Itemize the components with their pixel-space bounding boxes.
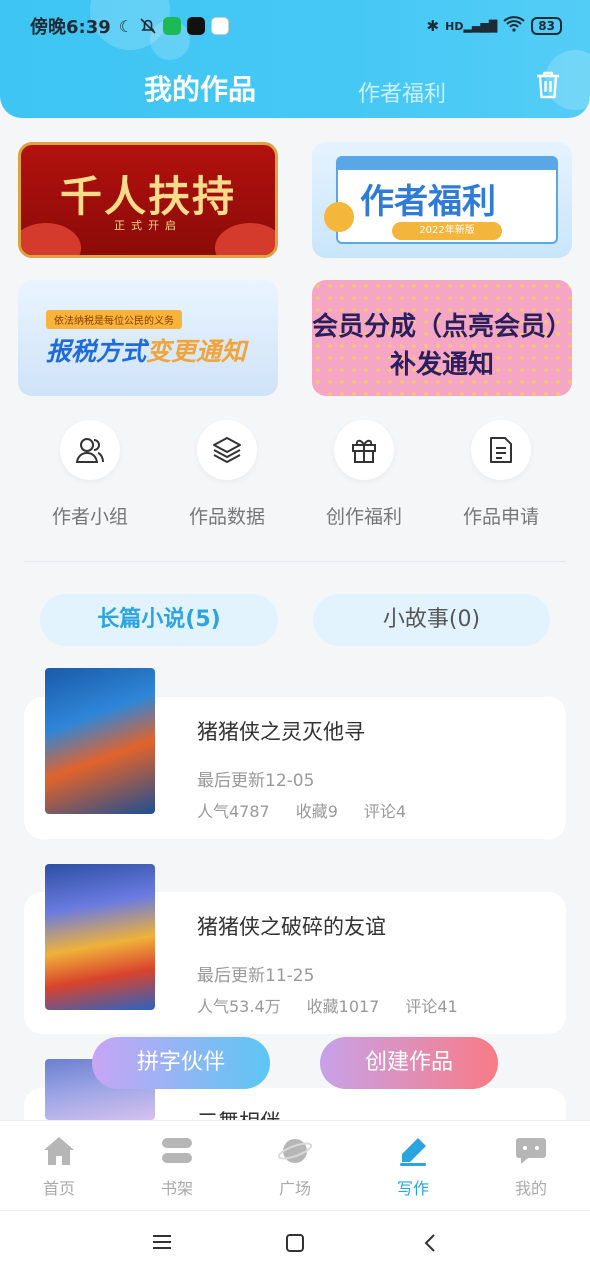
banner-tag: 依法纳税是每位公民的义务 <box>46 310 182 329</box>
book-popularity: 人气53.4万 <box>197 997 281 1016</box>
book-popularity: 人气4787 <box>197 802 270 821</box>
writing-partner-button[interactable]: 拼字伙伴 <box>92 1037 270 1089</box>
book-favorites: 收藏1017 <box>306 997 380 1016</box>
planet-icon <box>245 1133 345 1169</box>
document-icon <box>471 420 531 480</box>
pen-icon <box>363 1133 463 1169</box>
nav-label: 广场 <box>278 1179 311 1198</box>
layers-icon <box>197 420 257 480</box>
bottom-nav: 首页 书架 广场 写作 我的 <box>0 1120 590 1210</box>
home-icon <box>9 1133 109 1169</box>
banner-title-a: 报税方式 <box>46 337 147 366</box>
banner-member-share[interactable]: 会员分成（点亮会员）补发通知 <box>312 280 572 396</box>
bookshelf-icon <box>127 1133 227 1169</box>
play-app-icon <box>211 17 230 35</box>
book-stats: 人气4787 收藏9 评论4 <box>197 798 406 822</box>
banner-thousand-support[interactable]: 千人扶持 正式开启 <box>18 142 278 258</box>
trash-icon[interactable] <box>534 70 562 100</box>
nav-bookshelf[interactable]: 书架 <box>127 1133 227 1199</box>
nav-writing[interactable]: 写作 <box>363 1133 463 1199</box>
segment-long-novel[interactable]: 长篇小说(5) <box>40 594 278 646</box>
quick-label: 作品数据 <box>188 506 265 528</box>
moon-icon: ☾ <box>118 16 134 36</box>
nav-label: 我的 <box>514 1179 547 1198</box>
wifi-icon <box>503 16 525 36</box>
banner-subtitle: 正式开启 <box>114 219 182 232</box>
quick-work-data[interactable]: 作品数据 <box>167 420 287 529</box>
quick-creation-benefits[interactable]: 创作福利 <box>304 420 424 529</box>
battery-indicator: 83 <box>531 17 562 35</box>
banner-title: 报税方式变更通知 <box>46 332 246 368</box>
status-bar: 傍晚6:39 ☾ ✱ HD▂▄▆█ 83 <box>30 12 562 40</box>
phone-app-icon <box>163 17 182 35</box>
nav-label: 首页 <box>42 1179 75 1198</box>
book-updated: 最后更新11-25 <box>197 966 315 986</box>
banner-subtitle: 2022年新版 <box>392 222 502 240</box>
clock-icon <box>324 202 354 232</box>
capcut-app-icon <box>187 17 206 35</box>
nav-label: 写作 <box>396 1179 429 1198</box>
banner-author-benefits[interactable]: 作者福利 2022年新版 <box>312 142 572 258</box>
banner-tax-notice[interactable]: 依法纳税是每位公民的义务 报税方式变更通知 <box>18 280 278 396</box>
status-time: 傍晚6:39 <box>30 17 111 38</box>
home-square-icon[interactable] <box>285 1233 305 1257</box>
banner-title: 作者福利 <box>360 182 496 222</box>
quick-label: 作者小组 <box>51 506 128 528</box>
book-title: 三舞相伴 <box>197 1106 281 1120</box>
book-title: 猪猪侠之破碎的友谊 <box>197 915 386 939</box>
quick-author-group[interactable]: 作者小组 <box>30 420 150 529</box>
book-title: 猪猪侠之灵灭他寻 <box>197 720 365 744</box>
gift-icon <box>334 420 394 480</box>
tab-my-works[interactable]: 我的作品 <box>144 68 256 108</box>
banner-title: 会员分成（点亮会员）补发通知 <box>312 312 572 380</box>
signal-icon: HD▂▄▆█ <box>445 19 498 33</box>
banner-title-b: 变更通知 <box>146 337 247 366</box>
nav-mine[interactable]: 我的 <box>481 1133 581 1199</box>
segment-short-story[interactable]: 小故事(0) <box>313 594 550 646</box>
quick-work-application[interactable]: 作品申请 <box>441 420 561 529</box>
book-comments: 评论41 <box>405 997 458 1016</box>
quick-label: 作品申请 <box>462 506 539 528</box>
chat-icon <box>481 1133 581 1169</box>
quick-links: 作者小组 作品数据 创作福利 作品申请 <box>0 420 590 540</box>
create-work-button[interactable]: 创建作品 <box>320 1037 498 1089</box>
book-updated: 最后更新12-05 <box>197 771 315 791</box>
network-label: HD <box>445 19 464 33</box>
banner-title: 千人扶持 <box>59 172 236 221</box>
header: 傍晚6:39 ☾ ✱ HD▂▄▆█ 83 我的作品 作者福利 <box>0 0 590 118</box>
system-nav-bar <box>0 1210 590 1280</box>
nav-home[interactable]: 首页 <box>9 1133 109 1199</box>
bell-off-icon <box>139 17 157 35</box>
back-icon[interactable] <box>422 1233 438 1257</box>
group-icon <box>60 420 120 480</box>
nav-square[interactable]: 广场 <box>245 1133 345 1199</box>
quick-label: 创作福利 <box>325 506 402 528</box>
nav-label: 书架 <box>160 1179 193 1198</box>
book-cover[interactable] <box>45 668 155 814</box>
divider <box>24 561 566 562</box>
book-favorites: 收藏9 <box>295 802 338 821</box>
header-tabs: 我的作品 作者福利 <box>0 62 590 112</box>
bluetooth-icon: ✱ <box>426 17 440 35</box>
book-cover[interactable] <box>45 864 155 1010</box>
menu-icon[interactable] <box>152 1233 172 1255</box>
book-comments: 评论4 <box>363 802 407 821</box>
book-stats: 人气53.4万 收藏1017 评论41 <box>197 993 458 1017</box>
tab-author-benefits[interactable]: 作者福利 <box>358 76 446 108</box>
